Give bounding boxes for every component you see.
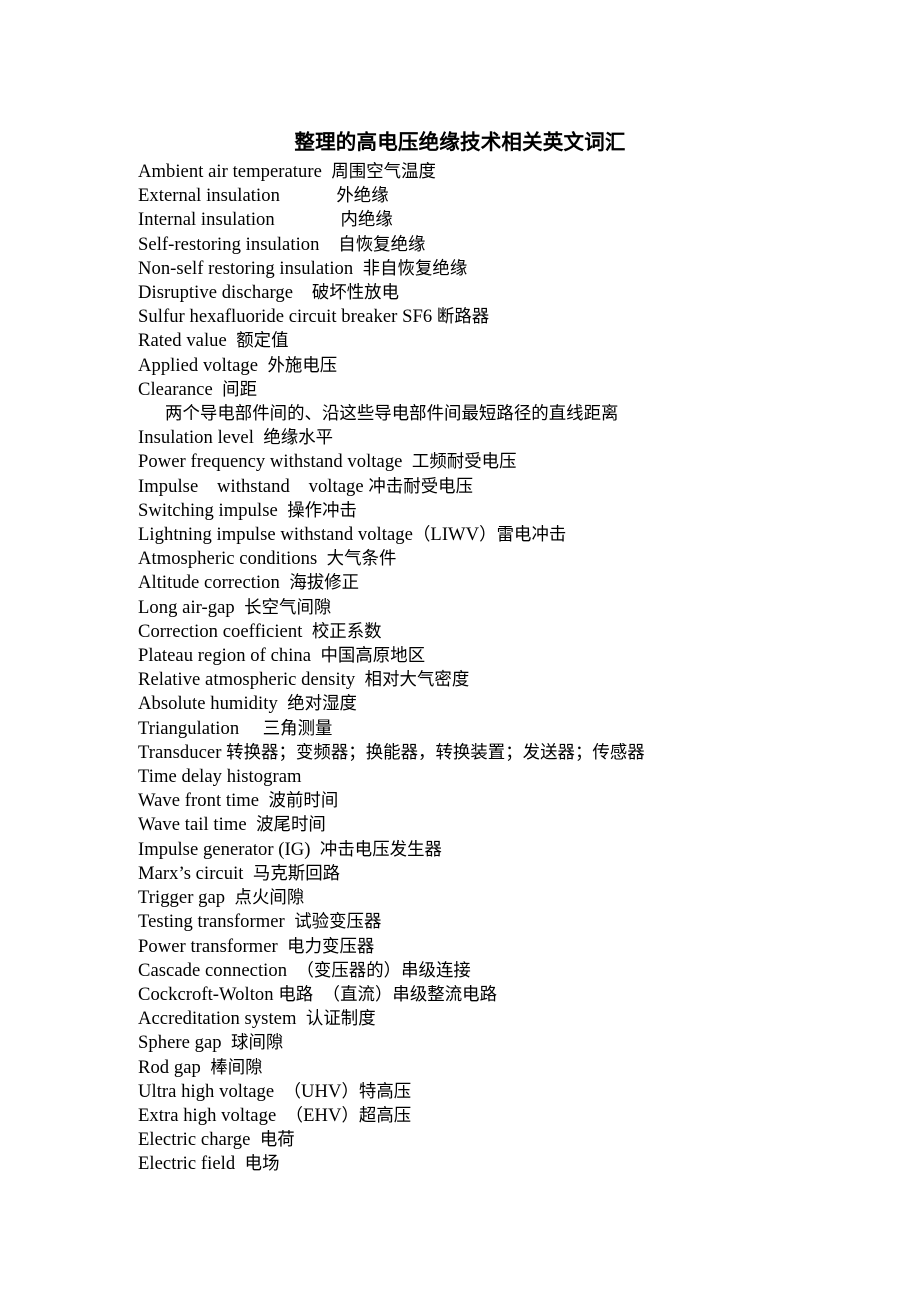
glossary-entry: External insulation 外绝缘 — [138, 185, 389, 207]
glossary-entry: Switching impulse 操作冲击 — [138, 499, 357, 521]
glossary-entry: Rated value 额定值 — [138, 330, 289, 352]
document-page: 整理的高电压绝缘技术相关英文词汇 Ambient air temperature… — [0, 0, 920, 1302]
glossary-entry: Transducer 转换器；变频器；换能器，转换装置；发送器；传感器 — [138, 741, 645, 763]
glossary-entry: Cascade connection （变压器的）串级连接 — [138, 959, 471, 981]
glossary-entry: Rod gap 棒间隙 — [138, 1056, 263, 1078]
glossary-entry: Wave tail time 波尾时间 — [138, 814, 326, 836]
glossary-entry: Impulse generator (IG) 冲击电压发生器 — [138, 838, 442, 860]
glossary-entry: Sphere gap 球间隙 — [138, 1032, 284, 1054]
glossary-entry: Altitude correction 海拔修正 — [138, 572, 360, 594]
glossary-entry: Testing transformer 试验变压器 — [138, 911, 382, 933]
glossary-entry: Power frequency withstand voltage 工频耐受电压 — [138, 451, 517, 473]
glossary-entry: Ultra high voltage （UHV）特高压 — [138, 1080, 412, 1102]
glossary-entry: Clearance 间距 — [138, 378, 258, 400]
glossary-entry: 两个导电部件间的、沿这些导电部件间最短路径的直线距离 — [165, 404, 619, 425]
glossary-entry: Plateau region of china 中国高原地区 — [138, 645, 426, 667]
page-title: 整理的高电压绝缘技术相关英文词汇 — [294, 131, 626, 154]
glossary-entry: Electric field 电场 — [138, 1153, 280, 1175]
glossary-entry: Long air-gap 长空气间隙 — [138, 596, 332, 618]
glossary-entry: Atmospheric conditions 大气条件 — [138, 548, 397, 570]
glossary-entry: Extra high voltage （EHV）超高压 — [138, 1104, 412, 1126]
glossary-entry: Non-self restoring insulation 非自恢复绝缘 — [138, 257, 468, 279]
glossary-entry: Power transformer 电力变压器 — [138, 935, 375, 957]
glossary-entry: Marx’s circuit 马克斯回路 — [138, 862, 341, 884]
glossary-entry: Triangulation 三角测量 — [138, 717, 333, 739]
glossary-entry: Accreditation system 认证制度 — [138, 1008, 376, 1030]
glossary-entry: Internal insulation 内绝缘 — [138, 209, 393, 231]
glossary-entry: Cockcroft-Wolton 电路 （直流）串级整流电路 — [138, 983, 498, 1005]
glossary-entry: Correction coefficient 校正系数 — [138, 620, 382, 642]
glossary-entry: Electric charge 电荷 — [138, 1129, 295, 1151]
glossary-entry: Applied voltage 外施电压 — [138, 354, 338, 376]
glossary-entry: Trigger gap 点火间隙 — [138, 887, 305, 909]
glossary-entry: Absolute humidity 绝对湿度 — [138, 693, 357, 715]
glossary-list: Ambient air temperature 周围空气温度 External i… — [138, 160, 898, 1177]
glossary-entry: Ambient air temperature 周围空气温度 — [138, 161, 436, 182]
glossary-entry: Sulfur hexafluoride circuit breaker SF6 … — [138, 306, 490, 328]
glossary-entry: Wave front time 波前时间 — [138, 790, 339, 812]
glossary-entry: Disruptive discharge 破坏性放电 — [138, 282, 400, 304]
glossary-entry: Self-restoring insulation 自恢复绝缘 — [138, 233, 426, 255]
glossary-entry: Lightning impulse withstand voltage（LIWV… — [138, 524, 567, 546]
glossary-entry: Time delay histogram — [138, 766, 302, 788]
glossary-entry: Impulse withstand voltage 冲击耐受电压 — [138, 475, 474, 497]
glossary-entry: Insulation level 绝缘水平 — [138, 427, 334, 449]
glossary-entry: Relative atmospheric density 相对大气密度 — [138, 669, 470, 691]
